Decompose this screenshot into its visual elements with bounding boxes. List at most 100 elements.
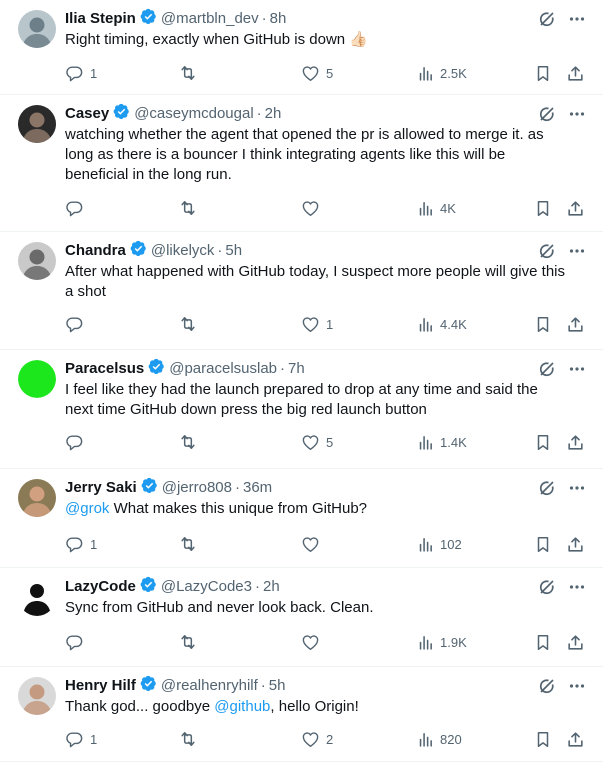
timestamp[interactable]: 5h [225, 241, 242, 261]
bookmark-button[interactable] [534, 197, 552, 219]
bookmark-button[interactable] [534, 431, 552, 453]
display-name[interactable]: Chandra [65, 241, 126, 261]
display-name[interactable]: Jerry Saki [65, 478, 137, 498]
reply-icon [65, 64, 84, 83]
like-count: 1 [326, 316, 334, 332]
more-options-icon[interactable] [569, 9, 585, 29]
tweet[interactable]: Jerry Saki @jerro808 · 36m @grok What makes … [0, 469, 603, 568]
views-button[interactable]: 2.5K [417, 62, 467, 84]
retweet-button[interactable] [178, 197, 204, 219]
reply-button[interactable] [65, 631, 90, 653]
grok-icon[interactable] [537, 676, 557, 696]
share-button[interactable] [566, 631, 585, 653]
timestamp[interactable]: 7h [288, 359, 305, 379]
user-handle[interactable]: @LazyCode3 [161, 577, 252, 597]
timestamp[interactable]: 2h [265, 104, 282, 124]
avatar[interactable] [18, 360, 56, 398]
user-handle[interactable]: @caseymcdougal [134, 104, 253, 124]
bookmark-button[interactable] [534, 62, 552, 84]
user-handle[interactable]: @realhenryhilf [161, 676, 258, 696]
share-button[interactable] [566, 533, 585, 555]
tweet[interactable]: Chandra @likelyck · 5h After what happened w… [0, 232, 603, 350]
avatar[interactable] [18, 242, 56, 280]
timestamp[interactable]: 2h [263, 577, 280, 597]
like-button[interactable]: 5 [301, 431, 333, 453]
view-count: 1.9K [440, 634, 467, 650]
more-options-icon[interactable] [569, 241, 585, 261]
like-button[interactable]: 2 [301, 728, 333, 750]
bookmark-button[interactable] [534, 631, 552, 653]
more-options-icon[interactable] [569, 676, 585, 696]
reply-icon [65, 730, 84, 749]
user-handle[interactable]: @martbln_dev [161, 9, 259, 29]
more-options-icon[interactable] [569, 478, 585, 498]
more-options-icon[interactable] [569, 359, 585, 379]
more-options-icon[interactable] [569, 577, 585, 597]
reply-button[interactable]: 1 [65, 533, 97, 555]
retweet-button[interactable] [178, 431, 204, 453]
grok-icon[interactable] [537, 241, 557, 261]
display-name[interactable]: Henry Hilf [65, 676, 136, 696]
display-name[interactable]: Casey [65, 104, 109, 124]
grok-icon[interactable] [537, 104, 557, 124]
user-handle[interactable]: @paracelsuslab [169, 359, 277, 379]
share-button[interactable] [566, 313, 585, 335]
tweet[interactable]: Ilia Stepin @martbln_dev · 8h Right timing, … [0, 0, 603, 95]
tweet-top-actions [537, 9, 585, 29]
avatar[interactable] [18, 10, 56, 48]
retweet-button[interactable] [178, 533, 204, 555]
timestamp[interactable]: 36m [243, 478, 272, 498]
reply-button[interactable]: 1 [65, 62, 97, 84]
tweet-header: Jerry Saki @jerro808 · 36m [65, 477, 543, 498]
retweet-button[interactable] [178, 62, 204, 84]
user-handle[interactable]: @likelyck [151, 241, 215, 261]
bookmark-button[interactable] [534, 533, 552, 555]
avatar[interactable] [18, 105, 56, 143]
share-button[interactable] [566, 431, 585, 453]
timestamp[interactable]: 5h [269, 676, 286, 696]
tweet[interactable]: Paracelsus @paracelsuslab · 7h I feel like t… [0, 350, 603, 469]
like-button[interactable] [301, 631, 326, 653]
like-button[interactable]: 5 [301, 62, 333, 84]
avatar[interactable] [18, 578, 56, 616]
display-name[interactable]: LazyCode [65, 577, 136, 597]
timestamp[interactable]: 8h [270, 9, 287, 29]
retweet-button[interactable] [178, 631, 204, 653]
mention-link[interactable]: @grok [65, 500, 109, 517]
tweet[interactable]: LazyCode @LazyCode3 · 2h Sync from GitHub an… [0, 568, 603, 667]
share-button[interactable] [566, 197, 585, 219]
views-button[interactable]: 4K [417, 197, 456, 219]
views-button[interactable]: 1.4K [417, 431, 467, 453]
like-button[interactable] [301, 197, 326, 219]
display-name[interactable]: Paracelsus [65, 359, 144, 379]
reply-button[interactable] [65, 431, 90, 453]
mention-link[interactable]: @github [214, 698, 270, 715]
user-handle[interactable]: @jerro808 [162, 478, 232, 498]
like-button[interactable] [301, 533, 326, 555]
like-button[interactable]: 1 [301, 313, 333, 335]
share-button[interactable] [566, 62, 585, 84]
tweet[interactable]: Henry Hilf @realhenryhilf · 5h Thank god... … [0, 667, 603, 762]
more-options-icon[interactable] [569, 104, 585, 124]
views-button[interactable]: 820 [417, 728, 462, 750]
views-button[interactable]: 1.9K [417, 631, 467, 653]
reply-button[interactable] [65, 313, 90, 335]
bookmark-button[interactable] [534, 313, 552, 335]
grok-icon[interactable] [537, 9, 557, 29]
retweet-button[interactable] [178, 728, 204, 750]
grok-icon[interactable] [537, 478, 557, 498]
reply-button[interactable] [65, 197, 90, 219]
views-button[interactable]: 4.4K [417, 313, 467, 335]
reply-button[interactable]: 1 [65, 728, 97, 750]
bookmark-button[interactable] [534, 728, 552, 750]
tweet[interactable]: Casey @caseymcdougal · 2h watching whether t… [0, 95, 603, 232]
view-count: 820 [440, 731, 462, 747]
share-button[interactable] [566, 728, 585, 750]
avatar[interactable] [18, 479, 56, 517]
grok-icon[interactable] [537, 359, 557, 379]
grok-icon[interactable] [537, 577, 557, 597]
display-name[interactable]: Ilia Stepin [65, 9, 136, 29]
avatar[interactable] [18, 677, 56, 715]
retweet-button[interactable] [178, 313, 204, 335]
views-button[interactable]: 102 [417, 533, 462, 555]
